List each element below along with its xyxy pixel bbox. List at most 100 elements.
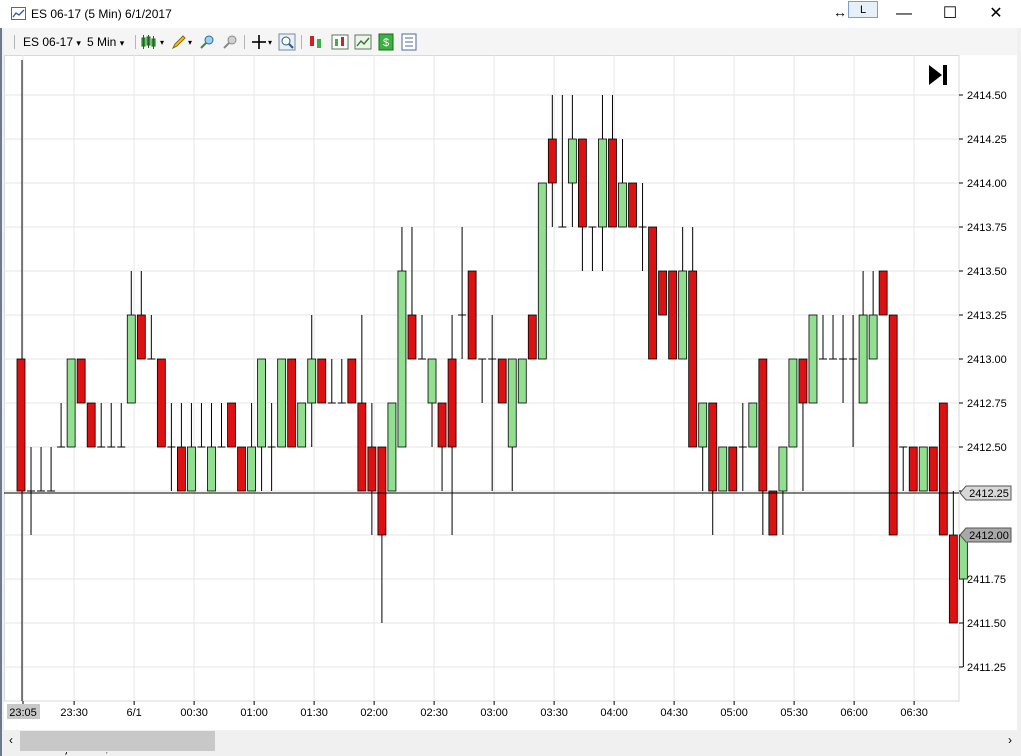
x-tick-label: 05:30 [780,707,808,719]
data-series-icon[interactable] [307,33,325,51]
svg-text:$: $ [383,37,389,49]
zoom-in-icon[interactable] [198,33,216,51]
instrument-label: ES 06-17 [23,35,74,49]
candle-body [928,446,938,492]
candle-body [176,446,186,492]
candle-body [888,314,898,536]
candle-body [908,446,918,492]
candle-body [377,446,387,536]
candle-body [728,446,738,492]
toolbar-grip [14,35,15,49]
x-tick-label: 23:30 [60,707,88,719]
chevron-down-icon: ▾ [119,38,125,48]
magnifier-icon[interactable] [278,33,296,51]
interval-selector[interactable]: 5 Min ▾ [87,35,124,49]
minimize-button[interactable]: — [892,4,916,24]
chevron-down-icon[interactable]: ▾ [188,38,192,47]
x-tick-label: 02:30 [420,707,448,719]
x-tick-label: 6/1 [126,707,141,719]
chart-toolbar: ES 06-17 ▾ 5 Min ▾ ▾ ▾ ▾ $ [4,28,1017,56]
drawing-tool-icon[interactable] [170,33,188,51]
candle-body [277,358,287,448]
chevron-down-icon[interactable]: ▾ [268,38,272,47]
candle-body [527,314,537,360]
candle-body [758,358,768,492]
scroll-right-arrow-icon[interactable]: › [1003,733,1017,749]
candle-body [237,446,246,492]
bar-type-icon[interactable] [140,33,158,51]
candle-body [668,270,678,360]
y-tick-label: 2414.25 [967,134,1007,146]
candle-body [608,138,617,228]
candle-body [688,270,698,448]
candle-body [878,270,888,316]
candle-body [227,402,236,448]
chevron-down-icon[interactable]: ▾ [160,38,164,47]
candle-body [467,270,477,360]
properties-icon[interactable] [400,33,418,51]
candle-body [628,182,637,228]
candle-body [317,358,327,404]
candle-body [397,270,407,448]
window-edge [0,28,2,756]
link-arrows-icon: ↔ [833,4,847,20]
window-title: ES 06-17 (5 Min) 6/1/2017 [31,7,172,21]
instrument-selector[interactable]: ES 06-17 ▾ [23,35,81,49]
y-tick-label: 2414.00 [967,178,1007,190]
y-tick-label: 2411.25 [967,662,1006,674]
candle-body [447,358,457,448]
x-tick-label: 03:30 [540,707,568,719]
candle-body [567,138,577,184]
instrument-link-button[interactable]: L [848,1,878,18]
indicators-icon[interactable] [331,33,349,51]
y-tick-label: 2413.25 [967,310,1007,322]
x-tick-label: 02:00 [360,707,388,719]
y-tick-label: 2413.50 [967,266,1007,278]
chart-panel[interactable]: 2414.50 2414.25 2414.00 2413.75 2413.50 2413.… [4,55,1017,755]
strategies-icon[interactable] [354,33,372,51]
candle-body [858,314,868,404]
crosshair-icon[interactable] [250,33,268,51]
candle-body [156,358,166,448]
close-button[interactable]: ✕ [984,4,1008,24]
candle-body [287,358,297,448]
candle-body [798,358,808,404]
horizontal-scrollbar[interactable]: ‹ › [4,730,1017,752]
candle-body [658,270,667,316]
candle-body [347,358,357,404]
candle-body [938,402,948,536]
candle-body [297,402,307,448]
y-tick-label: 2412.75 [967,398,1007,410]
scroll-left-arrow-icon[interactable]: ‹ [4,733,18,749]
title-bar: ES 06-17 (5 Min) 6/1/2017 ↔ L — ☐ ✕ [0,0,1021,28]
current-price-marker: 2412.00 [969,530,1009,542]
candle-body [678,270,688,360]
x-tick-label: 06:00 [840,707,868,719]
price-chart[interactable]: 2414.50 2414.25 2414.00 2413.75 2413.50 2413.… [4,55,1017,730]
candle-body [718,446,728,492]
chevron-down-icon: ▾ [76,38,81,48]
candle-body [768,490,778,536]
zoom-out-icon[interactable] [221,33,239,51]
candle-body [187,446,196,492]
candle-body [76,358,86,404]
toolbar-separator [135,35,136,49]
maximize-button[interactable]: ☐ [938,4,962,24]
candle-body [598,138,607,228]
scrollbar-thumb[interactable] [20,731,215,751]
candle-body [66,358,76,448]
candle-body [437,402,447,448]
y-tick-label: 2413.00 [967,354,1007,366]
candle-body [307,358,317,404]
candle-body [618,182,627,228]
candle-body [357,402,367,492]
candle-body [788,358,798,448]
candle-body [387,402,397,492]
candle-body [497,358,507,404]
candle-body [698,402,708,448]
candle-body [367,446,377,492]
x-tick-label: 04:00 [600,707,628,719]
candle-body [427,358,437,404]
dollar-icon[interactable]: $ [377,33,395,51]
last-price-marker: 2412.25 [969,488,1009,500]
